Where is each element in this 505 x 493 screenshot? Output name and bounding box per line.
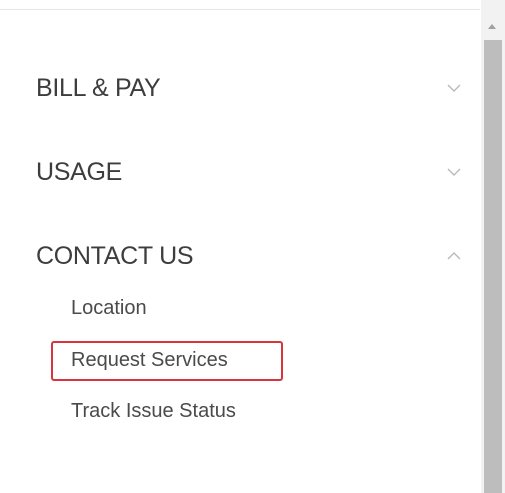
scrollbar-thumb[interactable] xyxy=(484,40,502,493)
sidebar-menu-panel: BILL & PAY USAGE CONTACT US Location Req… xyxy=(0,0,505,493)
scroll-up-arrow-icon[interactable] xyxy=(484,20,500,34)
chevron-down-icon[interactable] xyxy=(446,164,462,180)
section-contact-us[interactable]: CONTACT US xyxy=(36,236,462,276)
section-usage[interactable]: USAGE xyxy=(36,152,462,192)
highlight-annotation xyxy=(51,341,283,381)
chevron-down-icon[interactable] xyxy=(446,80,462,96)
section-title: CONTACT US xyxy=(36,242,194,270)
chevron-up-icon[interactable] xyxy=(446,248,462,264)
section-title: USAGE xyxy=(36,158,123,186)
link-track-issue-status[interactable]: Track Issue Status xyxy=(71,400,236,423)
link-location[interactable]: Location xyxy=(71,297,147,320)
section-bill-pay[interactable]: BILL & PAY xyxy=(36,68,462,108)
section-title: BILL & PAY xyxy=(36,74,161,102)
sidebar-nav: BILL & PAY USAGE CONTACT US Location Req… xyxy=(0,0,478,493)
